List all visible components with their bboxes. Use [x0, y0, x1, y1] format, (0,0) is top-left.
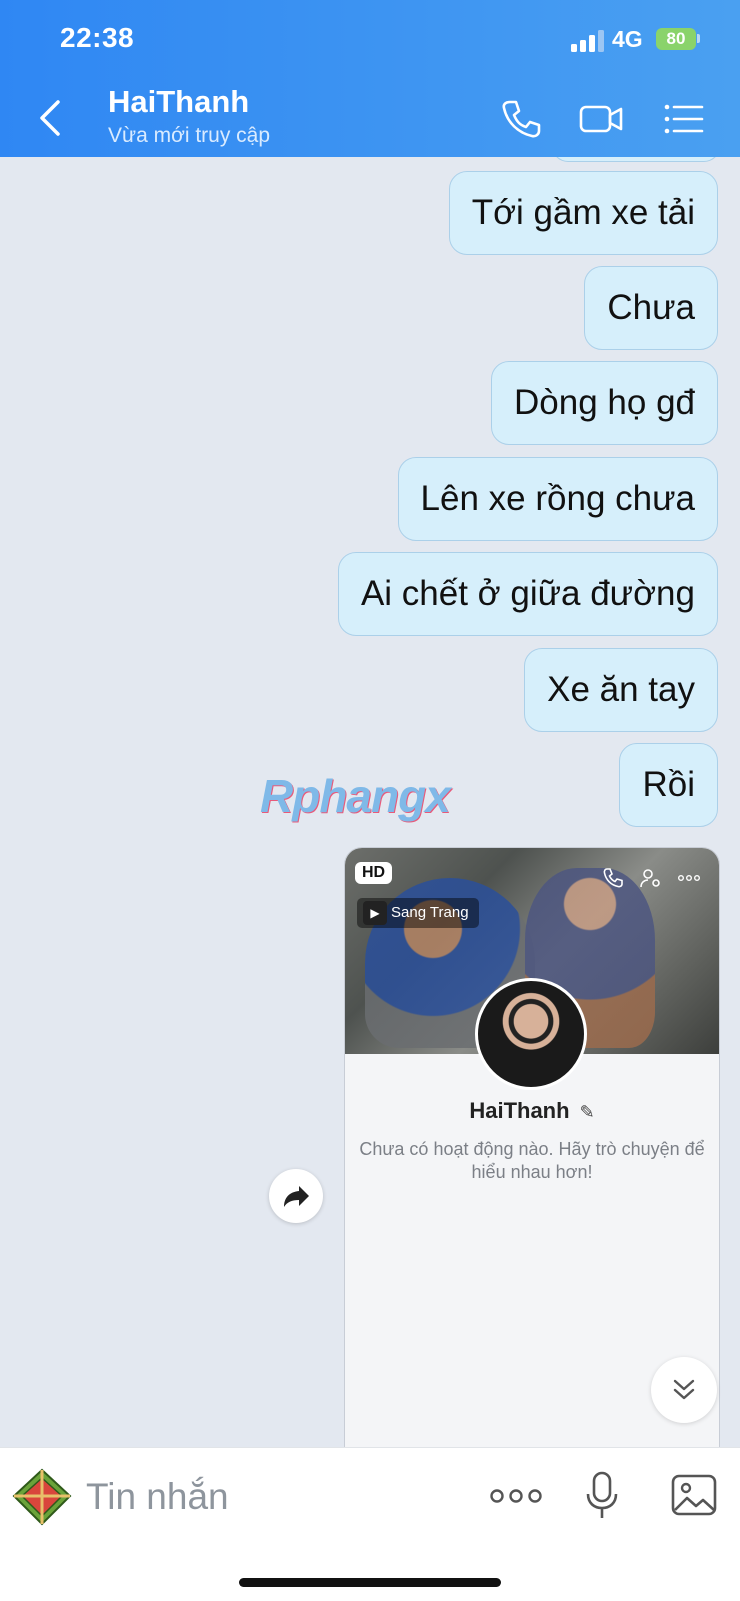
- more-icon: [678, 874, 701, 881]
- image-gallery-icon[interactable]: [670, 1470, 718, 1522]
- chat-title[interactable]: HaiThanh: [108, 84, 249, 120]
- forward-icon[interactable]: [269, 1169, 323, 1223]
- battery-indicator: 80: [656, 28, 696, 50]
- message-bubble[interactable]: Tới gầm xe tải: [448, 171, 718, 255]
- chat-header: 22:38 4G 80 HaiThanh Vừa mới truy cập: [0, 0, 740, 157]
- profile-card-message[interactable]: HD ▶ Sang Trang HaiThanh ✎ Chưa có hoạt độ…: [344, 847, 720, 1447]
- video-call-icon[interactable]: [578, 96, 624, 142]
- network-type: 4G: [612, 26, 643, 52]
- status-time: 22:38: [60, 22, 135, 53]
- play-icon: ▶: [363, 901, 387, 926]
- message-bubble[interactable]: Lên xe rồng chưa: [397, 457, 718, 541]
- user-settings-icon: [640, 869, 660, 888]
- more-options-icon[interactable]: [488, 1470, 544, 1522]
- battery-tip: [697, 34, 700, 43]
- home-indicator: [239, 1578, 501, 1587]
- signal-icon: [571, 30, 604, 52]
- message-bubble[interactable]: Ai chết ở giữa đường: [337, 552, 718, 636]
- back-icon[interactable]: [36, 98, 66, 138]
- profile-name: HaiThanh ✎: [345, 1098, 719, 1124]
- sticker-icon[interactable]: [10, 1466, 74, 1530]
- message-bubble[interactable]: Dòng họ gđ: [491, 361, 718, 445]
- profile-name-text: HaiThanh: [469, 1098, 570, 1123]
- hd-badge: HD: [355, 862, 393, 884]
- music-tag[interactable]: ▶ Sang Trang: [357, 898, 479, 928]
- message-list[interactable]: Tới gầm xe tải Chưa Dòng họ gđ Lên xe rồ…: [0, 157, 740, 1447]
- message-bubble[interactable]: Rồi: [619, 743, 718, 827]
- profile-description: Chưa có hoạt động nào. Hãy trò chuyện để…: [359, 1139, 705, 1182]
- message-bubble[interactable]: Xe ăn tay: [524, 648, 718, 732]
- edit-icon: ✎: [579, 1102, 595, 1122]
- phone-icon: [603, 868, 623, 888]
- menu-list-icon[interactable]: [662, 96, 708, 142]
- avatar: [475, 978, 587, 1090]
- music-title: Sang Trang: [391, 904, 469, 921]
- watermark-logo: Rphangx: [260, 770, 451, 822]
- microphone-icon[interactable]: [584, 1470, 620, 1522]
- scroll-down-icon[interactable]: [651, 1357, 717, 1423]
- previous-message-bubble: [552, 157, 720, 162]
- phone-icon[interactable]: [498, 96, 544, 142]
- message-input[interactable]: [84, 1468, 468, 1526]
- chat-subtitle: Vừa mới truy cập: [108, 124, 271, 147]
- message-bubble[interactable]: Chưa: [584, 266, 718, 350]
